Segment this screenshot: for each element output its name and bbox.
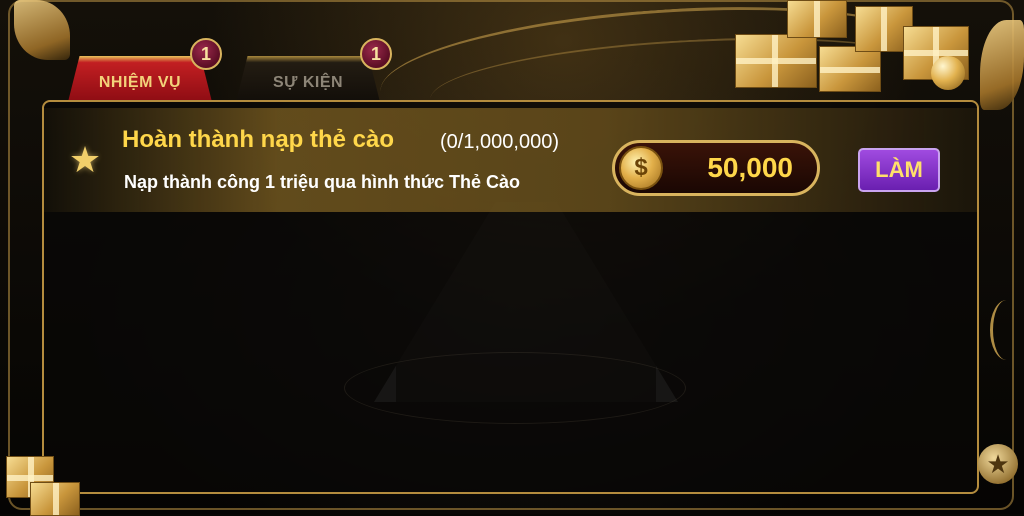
tab-nhiem-vu[interactable]: NHIỆM VỤ — [68, 56, 212, 102]
tab-su-kien[interactable]: SỰ KIỆN — [236, 56, 380, 102]
tab-label: NHIỆM VỤ — [98, 74, 182, 91]
gift-boxes-decoration — [0, 450, 80, 516]
task-description: Nạp thành công 1 triệu qua hình thức Thẻ… — [124, 172, 521, 192]
coin-icon: $ — [619, 146, 663, 190]
star-trophy-decoration: ★ — [978, 444, 1018, 484]
tab-label: SỰ KIỆN — [272, 74, 344, 91]
background-stage-decoration — [344, 352, 686, 424]
tab-badge: 1 — [360, 38, 392, 70]
gold-ribbon-decoration — [990, 300, 1023, 360]
task-title: Hoàn thành nạp thẻ cào — [122, 126, 395, 153]
gift-boxes-decoration — [735, 0, 975, 94]
reward-display: $ 50,000 — [612, 140, 820, 196]
reward-amount: 50,000 — [707, 152, 793, 183]
star-icon: ★ — [68, 139, 102, 180]
do-task-button[interactable]: LÀM — [858, 148, 940, 192]
task-progress: (0/1,000,000) — [440, 131, 559, 153]
task-panel: ★ Hoàn thành nạp thẻ cào (0/1,000,000) N… — [42, 100, 979, 494]
task-row: ★ Hoàn thành nạp thẻ cào (0/1,000,000) N… — [44, 108, 977, 212]
tab-badge: 1 — [190, 38, 222, 70]
